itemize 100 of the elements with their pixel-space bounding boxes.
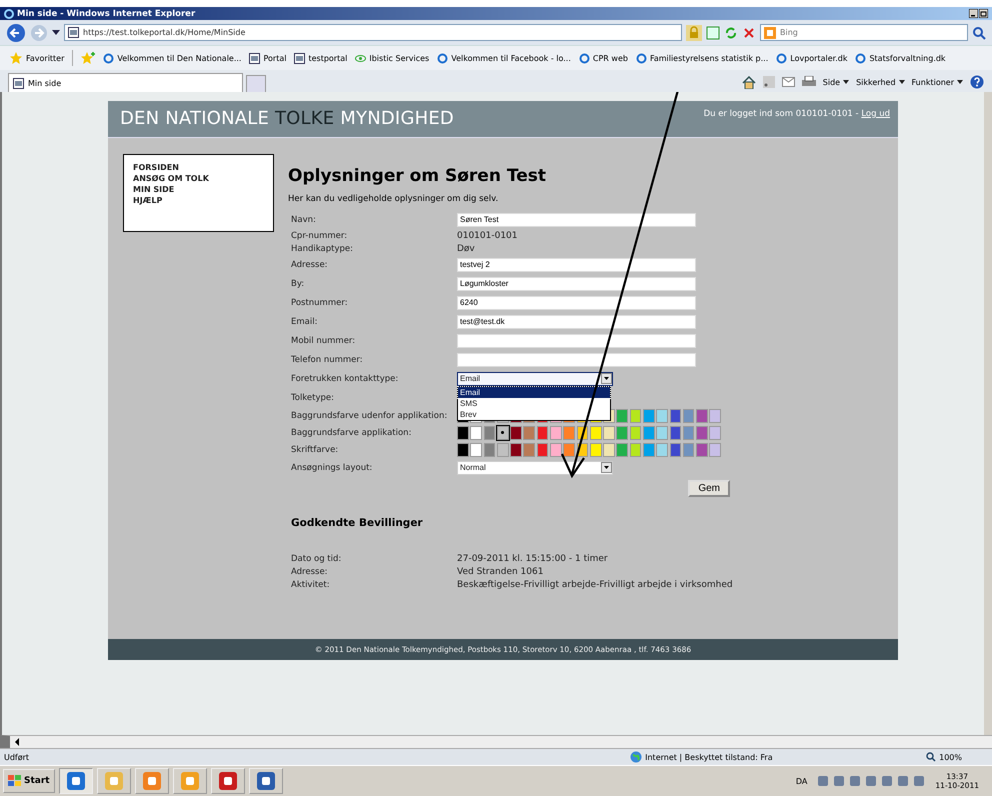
nav-link[interactable]: MIN SIDE — [133, 185, 273, 194]
color-swatch[interactable] — [603, 442, 615, 456]
minimize-icon[interactable] — [969, 9, 978, 18]
color-swatch[interactable] — [616, 442, 628, 456]
dropdown-icon[interactable] — [52, 30, 60, 36]
home-icon[interactable] — [742, 76, 756, 88]
favorite-link[interactable]: testportal — [294, 52, 348, 64]
text-field[interactable]: testvej 2 — [457, 258, 696, 272]
favorite-link[interactable]: Familiestyrelsens statistik p... — [636, 52, 768, 64]
tray-icon[interactable] — [881, 775, 894, 787]
nav-link[interactable]: HJÆLP — [133, 196, 273, 205]
color-swatch[interactable] — [563, 426, 575, 440]
close-icon[interactable] — [742, 26, 756, 40]
dropdown-option[interactable]: SMS — [458, 398, 610, 408]
print-icon[interactable] — [802, 76, 816, 88]
color-swatch[interactable] — [670, 408, 682, 422]
text-field[interactable]: Løgumkloster — [457, 276, 696, 290]
color-swatch[interactable] — [696, 426, 708, 440]
color-swatch[interactable] — [616, 408, 628, 422]
text-field[interactable]: test@test.dk — [457, 314, 696, 328]
dropdown-option[interactable]: Brev — [458, 408, 610, 420]
taskbar-app[interactable] — [134, 768, 169, 794]
color-swatch[interactable] — [496, 426, 509, 440]
tray-icon[interactable] — [865, 775, 878, 787]
favorite-link[interactable]: Lovportaler.dk — [776, 52, 848, 64]
compatibility-icon[interactable] — [706, 26, 720, 40]
tray-icon[interactable] — [833, 775, 846, 787]
color-swatch[interactable] — [656, 442, 668, 456]
color-swatch[interactable] — [510, 426, 522, 440]
color-swatch[interactable] — [682, 408, 694, 422]
address-field[interactable]: https://test.tolkeportal.dk/Home/MinSide — [64, 24, 682, 41]
favorite-link[interactable]: CPR web — [578, 52, 628, 64]
dropdown-option[interactable]: Email — [458, 386, 610, 398]
add-favorite-icon[interactable] — [81, 52, 96, 64]
taskbar-app[interactable] — [248, 768, 283, 794]
color-swatch[interactable] — [709, 426, 722, 440]
search-icon[interactable] — [972, 26, 986, 40]
color-swatch[interactable] — [523, 442, 536, 456]
color-swatch[interactable] — [563, 442, 575, 456]
help-icon[interactable] — [970, 75, 984, 89]
color-swatch[interactable] — [590, 442, 602, 456]
taskbar-app[interactable] — [172, 768, 207, 794]
taskbar-app[interactable] — [210, 768, 245, 794]
color-swatch[interactable] — [642, 442, 655, 456]
color-swatch[interactable] — [709, 408, 722, 422]
language-indicator[interactable]: DA — [796, 776, 808, 786]
color-swatch[interactable] — [470, 442, 482, 456]
color-swatch[interactable] — [670, 426, 682, 440]
color-swatch[interactable] — [656, 426, 668, 440]
color-swatch[interactable] — [484, 442, 496, 456]
back-icon[interactable] — [6, 22, 26, 42]
color-swatch[interactable] — [630, 442, 642, 456]
nav-link[interactable]: ANSØG OM TOLK — [133, 174, 273, 183]
color-swatch[interactable] — [550, 442, 562, 456]
color-swatch[interactable] — [536, 426, 548, 440]
menu-button[interactable]: Funktioner — [912, 78, 963, 86]
text-field[interactable]: 6240 — [457, 296, 696, 310]
color-swatch[interactable] — [630, 426, 642, 440]
menu-button[interactable]: Side — [822, 78, 850, 86]
mail-icon[interactable] — [782, 77, 795, 87]
favorite-link[interactable]: Velkommen til Facebook - lo... — [437, 52, 571, 64]
favorite-link[interactable]: Velkommen til Den Nationale... — [103, 52, 242, 64]
color-swatch[interactable] — [457, 426, 469, 440]
tray-icon[interactable] — [897, 775, 910, 787]
color-swatch[interactable] — [496, 442, 509, 456]
dropdown[interactable]: Email — [457, 372, 613, 386]
refresh-icon[interactable] — [724, 26, 738, 40]
favorite-link[interactable]: Ibistic Services — [355, 52, 430, 64]
color-swatch[interactable] — [590, 426, 602, 440]
tray-icon[interactable] — [817, 775, 830, 787]
start-button[interactable]: Start — [3, 769, 55, 793]
restore-icon[interactable] — [979, 9, 988, 18]
favorite-link[interactable]: Statsforvaltning.dk — [855, 52, 946, 64]
color-swatch[interactable] — [709, 442, 722, 456]
dropdown[interactable]: Normal — [457, 460, 613, 474]
color-swatch[interactable] — [642, 426, 655, 440]
color-swatch[interactable] — [523, 426, 536, 440]
color-swatch[interactable] — [682, 426, 694, 440]
tray-icon[interactable] — [849, 775, 862, 787]
text-field[interactable]: Søren Test — [457, 212, 696, 226]
horizontal-scrollbar[interactable] — [0, 735, 992, 748]
color-swatch[interactable] — [536, 442, 548, 456]
color-swatch[interactable] — [630, 408, 642, 422]
color-swatch[interactable] — [470, 426, 482, 440]
zoom-button[interactable]: 100% — [920, 751, 968, 763]
browser-tab[interactable]: Min side — [8, 73, 243, 92]
color-swatch[interactable] — [457, 442, 469, 456]
favorites-button[interactable]: Favoritter — [8, 50, 74, 66]
new-tab-button[interactable] — [246, 75, 266, 92]
color-swatch[interactable] — [510, 442, 522, 456]
tray-icon[interactable] — [913, 775, 926, 787]
color-swatch[interactable] — [696, 408, 708, 422]
taskbar-app[interactable] — [96, 768, 131, 794]
color-swatch[interactable] — [696, 442, 708, 456]
color-swatch[interactable] — [484, 426, 496, 440]
nav-link[interactable]: FORSIDEN — [133, 163, 273, 172]
save-button[interactable]: Gem — [688, 480, 730, 497]
color-swatch[interactable] — [656, 408, 668, 422]
text-field[interactable] — [457, 334, 696, 348]
lock-icon[interactable] — [686, 24, 702, 40]
